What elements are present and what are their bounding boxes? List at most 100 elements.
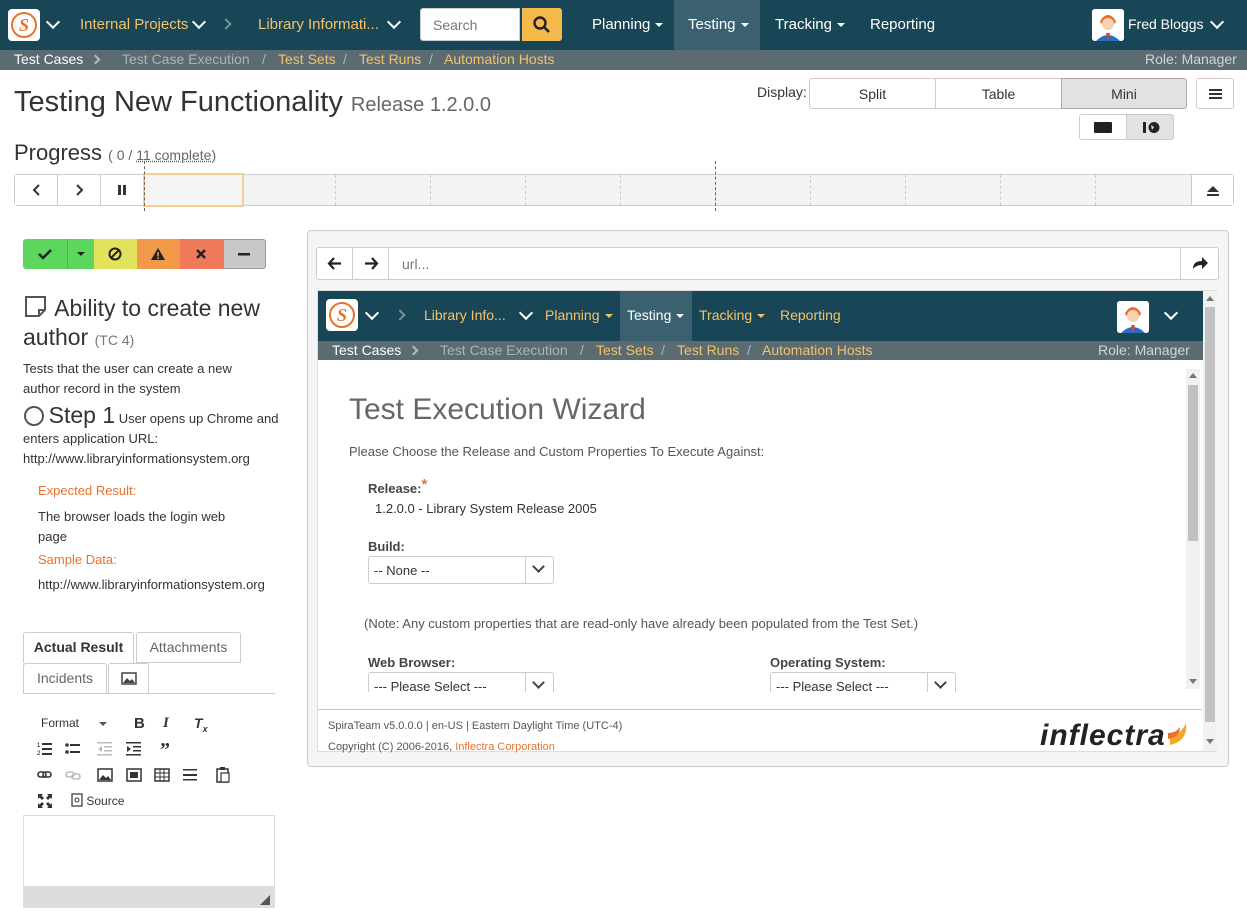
subnav-test-sets[interactable]: Test Sets bbox=[278, 51, 336, 67]
inner-menu-planning[interactable]: Planning bbox=[545, 307, 613, 323]
blockquote-icon[interactable]: ” bbox=[160, 739, 170, 762]
embedded-browser-button[interactable] bbox=[1126, 114, 1174, 140]
release-subtitle: Release 1.2.0.0 bbox=[350, 94, 491, 116]
tab-attachments[interactable]: Attachments bbox=[136, 632, 241, 663]
bullet-list-icon[interactable] bbox=[65, 741, 81, 757]
sample-data-text: http://www.libraryinformationsystem.org bbox=[38, 577, 265, 592]
user-avatar[interactable] bbox=[1092, 9, 1124, 41]
url-input[interactable] bbox=[390, 248, 1180, 279]
outdent-icon[interactable] bbox=[97, 741, 113, 757]
menu-planning[interactable]: Planning bbox=[592, 16, 664, 33]
source-button[interactable]: Source bbox=[71, 793, 124, 808]
subnav-test-cases[interactable]: Test Cases bbox=[14, 51, 83, 67]
numbered-list-icon[interactable]: 12 bbox=[37, 741, 53, 757]
unlink-icon[interactable] bbox=[65, 767, 81, 783]
footer-company-link[interactable]: Inflectra Corporation bbox=[455, 741, 555, 753]
search-button[interactable] bbox=[522, 8, 562, 41]
clear-format-button[interactable]: Tx bbox=[194, 715, 208, 734]
outer-scrollbar[interactable] bbox=[1203, 291, 1217, 751]
display-mini-button[interactable]: Mini bbox=[1061, 78, 1187, 109]
menu-planning-label: Planning bbox=[592, 16, 651, 33]
product-selector[interactable]: Library Informati... bbox=[258, 16, 379, 33]
scroll-down-icon[interactable] bbox=[1189, 679, 1197, 685]
inner-user-avatar[interactable] bbox=[1117, 301, 1149, 333]
inner-scrollbar-thumb[interactable] bbox=[1188, 385, 1198, 541]
window-mode-button[interactable] bbox=[1079, 114, 1127, 140]
table-icon[interactable] bbox=[154, 767, 170, 783]
inner-spira-logo[interactable]: S bbox=[326, 299, 358, 331]
circle-icon[interactable] bbox=[23, 405, 45, 427]
outer-scroll-down-icon[interactable] bbox=[1206, 739, 1214, 745]
inner-scrollbar[interactable] bbox=[1186, 369, 1200, 689]
italic-button[interactable]: I bbox=[163, 715, 169, 732]
inner-subnav-test-sets[interactable]: Test Sets bbox=[596, 342, 654, 358]
project-selector[interactable]: Internal Projects bbox=[80, 16, 188, 33]
browser-go-button[interactable] bbox=[1180, 248, 1218, 279]
bold-button[interactable]: B bbox=[134, 715, 145, 732]
inner-user-chevron-icon[interactable] bbox=[1163, 305, 1179, 321]
user-name[interactable]: Fred Bloggs bbox=[1128, 16, 1203, 32]
next-step-button[interactable] bbox=[58, 175, 101, 205]
inner-menu-reporting[interactable]: Reporting bbox=[780, 307, 841, 323]
tab-incidents[interactable]: Incidents bbox=[23, 663, 107, 694]
inner-subnav-automation-hosts[interactable]: Automation Hosts bbox=[762, 342, 873, 358]
build-select[interactable]: -- None -- bbox=[368, 556, 554, 584]
spira-logo[interactable]: S bbox=[8, 9, 40, 41]
resize-handle-icon[interactable] bbox=[260, 895, 270, 905]
inner-logo-chevron-icon[interactable] bbox=[364, 305, 380, 321]
inner-subnav-separator: / bbox=[661, 342, 665, 358]
progress-segment-current[interactable] bbox=[143, 173, 244, 207]
logo-menu-chevron-icon[interactable] bbox=[45, 14, 61, 30]
prev-step-button[interactable] bbox=[15, 175, 58, 205]
chevron-right-icon bbox=[76, 184, 84, 196]
indent-icon[interactable] bbox=[126, 741, 142, 757]
blocked-button[interactable] bbox=[94, 239, 137, 269]
readonly-note: (Note: Any custom properties that are re… bbox=[364, 616, 919, 631]
subnav-automation-hosts[interactable]: Automation Hosts bbox=[444, 51, 555, 67]
menu-reporting[interactable]: Reporting bbox=[870, 16, 935, 33]
display-table-button[interactable]: Table bbox=[935, 78, 1062, 109]
tab-actual-result[interactable]: Actual Result bbox=[23, 632, 134, 663]
maximize-icon[interactable] bbox=[37, 793, 53, 809]
product-chevron-icon[interactable] bbox=[386, 14, 402, 30]
subnav-test-runs[interactable]: Test Runs bbox=[359, 51, 421, 67]
chevron-left-icon bbox=[32, 184, 40, 196]
inner-product-chevron-icon[interactable] bbox=[518, 305, 534, 321]
format-dropdown[interactable]: Format bbox=[41, 716, 108, 730]
outer-scroll-up-icon[interactable] bbox=[1206, 295, 1214, 301]
inner-subnav-test-runs[interactable]: Test Runs bbox=[677, 342, 739, 358]
os-select[interactable]: --- Please Select --- bbox=[770, 672, 956, 692]
pass-button[interactable] bbox=[23, 239, 67, 269]
caution-button[interactable] bbox=[137, 239, 180, 269]
inner-menu-testing[interactable]: Testing bbox=[627, 307, 685, 323]
paste-icon[interactable] bbox=[215, 767, 231, 783]
fail-button[interactable] bbox=[180, 239, 223, 269]
not-applicable-button[interactable] bbox=[223, 239, 266, 269]
pass-dropdown-button[interactable] bbox=[67, 239, 94, 269]
tab-screenshot[interactable] bbox=[108, 663, 149, 694]
browser-back-button[interactable] bbox=[317, 248, 353, 279]
scroll-up-icon[interactable] bbox=[1189, 372, 1197, 378]
insert-image-icon[interactable] bbox=[97, 767, 113, 783]
menu-button[interactable] bbox=[1196, 78, 1234, 109]
outer-scrollbar-thumb[interactable] bbox=[1205, 307, 1215, 722]
inner-subnav-test-cases[interactable]: Test Cases bbox=[332, 342, 401, 358]
insert-media-icon[interactable] bbox=[126, 767, 142, 783]
source-label: Source bbox=[86, 794, 125, 808]
search-input[interactable] bbox=[420, 8, 520, 41]
horizontal-rule-icon[interactable] bbox=[182, 767, 198, 783]
link-icon[interactable] bbox=[37, 767, 53, 783]
eject-button[interactable] bbox=[1191, 175, 1233, 205]
menu-tracking[interactable]: Tracking bbox=[775, 16, 845, 33]
inner-product-selector[interactable]: Library Info... bbox=[424, 307, 506, 323]
test-case-icon bbox=[25, 296, 46, 317]
display-split-button[interactable]: Split bbox=[809, 78, 936, 109]
browser-forward-button[interactable] bbox=[353, 248, 389, 279]
menu-testing[interactable]: Testing bbox=[688, 16, 749, 33]
user-chevron-icon[interactable] bbox=[1209, 14, 1225, 30]
project-chevron-icon[interactable] bbox=[191, 14, 207, 30]
inner-menu-tracking[interactable]: Tracking bbox=[699, 307, 766, 323]
image-icon bbox=[121, 672, 137, 685]
web-browser-select[interactable]: --- Please Select --- bbox=[368, 672, 554, 692]
pause-button[interactable] bbox=[101, 175, 144, 205]
